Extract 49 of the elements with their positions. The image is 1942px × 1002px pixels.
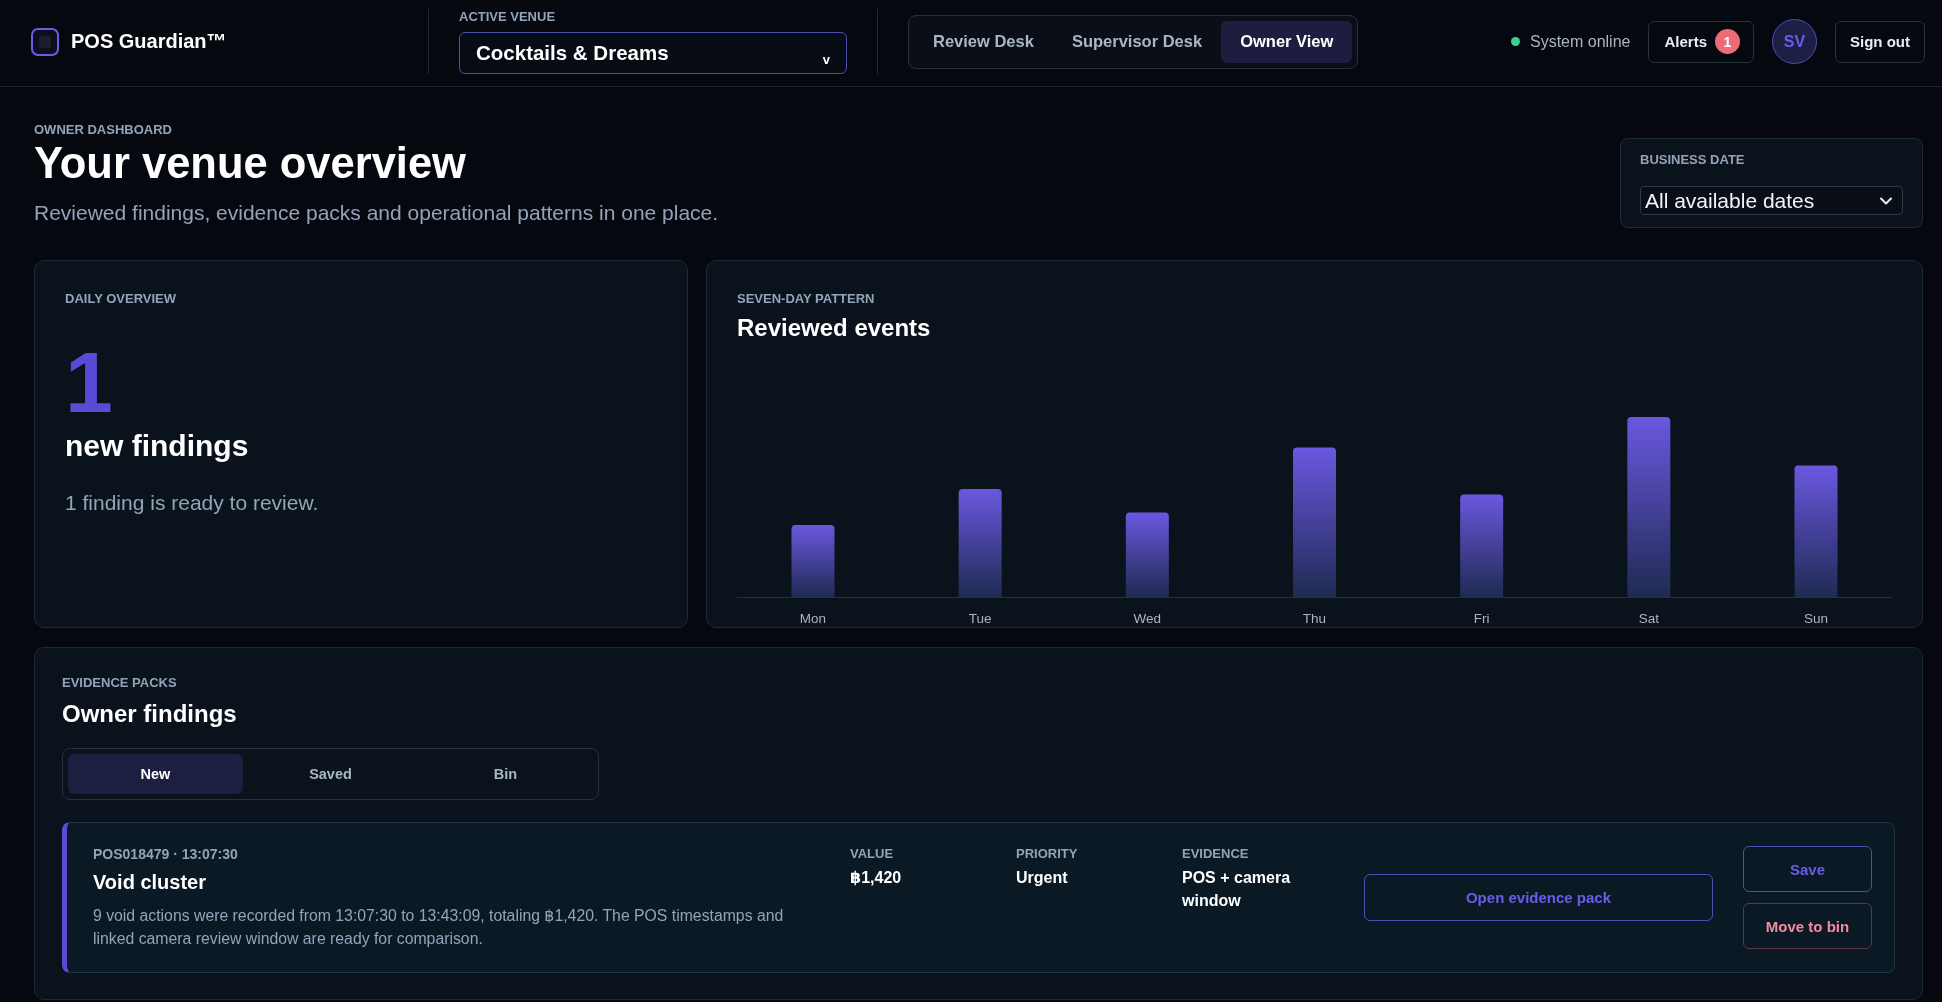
count-badge: 1 <box>1715 29 1740 54</box>
count-label: new findings <box>65 428 250 464</box>
field-label: BUSINESS DATE <box>1640 152 1746 168</box>
finding-meta: POS018479 · 13:07:30 <box>93 845 239 863</box>
axis-label: Wed <box>1133 611 1162 626</box>
view-tab[interactable]: Owner View <box>1221 20 1353 63</box>
field-label: ACTIVE VENUE <box>459 9 557 25</box>
chevron-down-icon <box>1880 196 1892 205</box>
card-eyebrow: DAILY OVERVIEW <box>65 291 177 307</box>
move-to-bin-button[interactable]: Move to bin <box>1743 903 1872 949</box>
field-label: VALUE <box>850 846 895 862</box>
field-label: EVIDENCE <box>1182 846 1250 862</box>
page-eyebrow: OWNER DASHBOARD <box>34 122 173 138</box>
finding-title: Void cluster <box>93 870 207 895</box>
axis-label: Mon <box>799 611 827 626</box>
axis-label: Sat <box>1638 611 1659 626</box>
alerts-button[interactable]: Alerts 1 <box>1648 20 1754 63</box>
page-title: Your venue overview <box>34 138 467 188</box>
open-evidence-button[interactable]: Open evidence pack <box>1364 874 1713 921</box>
sign-out-button[interactable]: Sign out <box>1835 20 1925 63</box>
caret-icon: v <box>822 52 830 67</box>
findings-count: 1 <box>65 339 114 425</box>
filter-tab[interactable]: New <box>68 754 243 794</box>
page-subtitle: Reviewed findings, evidence packs and operational patterns in one place. <box>34 201 719 225</box>
card-eyebrow: SEVEN-DAY PATTERN <box>737 291 876 307</box>
filter-tab[interactable]: Bin <box>418 754 593 794</box>
view-tab[interactable]: Supervisor Desk <box>1052 20 1222 63</box>
finding-description: 9 void actions were recorded from 13:07:30 to 13:43:09, totaling ฿1,420. The POS timestamps and linked camera review window are ready for comparison. <box>93 906 785 949</box>
date-select[interactable]: All available dates <box>1640 186 1903 215</box>
card-eyebrow: EVIDENCE PACKS <box>62 675 178 691</box>
venue-select[interactable]: Cocktails & Dreams v <box>459 32 847 74</box>
axis-label: Tue <box>968 611 992 626</box>
status-text: System online <box>1529 32 1631 51</box>
axis-label: Sun <box>1804 611 1828 626</box>
card-title: Owner findings <box>62 699 238 729</box>
brand-name: POS Guardian™ <box>71 30 227 53</box>
card-title: Reviewed events <box>737 313 932 343</box>
count-note: 1 finding is ready to review. <box>65 490 320 516</box>
field-value: ฿1,420 <box>850 868 903 888</box>
axis-label: Thu <box>1302 611 1327 626</box>
logo-icon <box>31 27 59 56</box>
save-button[interactable]: Save <box>1743 846 1872 892</box>
field-label: PRIORITY <box>1016 846 1079 862</box>
field-value: Urgent <box>1016 868 1069 888</box>
field-value: POS + camera window <box>1182 868 1292 911</box>
chart-bar <box>791 525 835 597</box>
axis-label: Fri <box>1473 611 1490 626</box>
filter-tab[interactable]: Saved <box>243 754 418 794</box>
view-tab[interactable]: Review Desk <box>914 20 1053 63</box>
